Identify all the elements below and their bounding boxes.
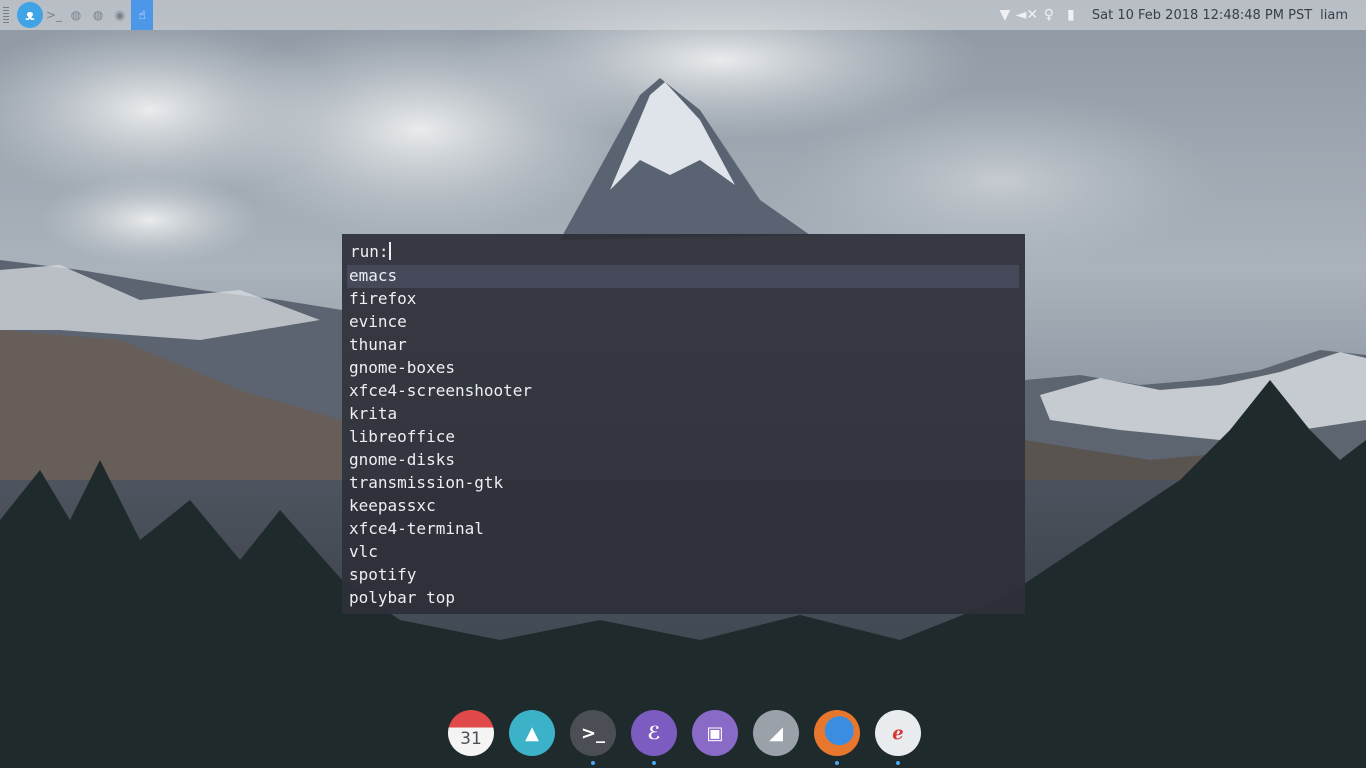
calendar-icon: 31 <box>460 729 482 749</box>
run-entry[interactable]: spotify <box>347 564 1019 587</box>
run-entry[interactable]: vlc <box>347 541 1019 564</box>
app-icon: ◍ <box>70 8 82 22</box>
bulb-icon[interactable]: ♀ <box>1038 0 1060 30</box>
hand-icon: ☝ <box>138 8 146 22</box>
panel-clock[interactable]: Sat 10 Feb 2018 12:48:48 PM PST <box>1092 8 1312 23</box>
panel-launcher-browser[interactable]: ◉ <box>109 0 131 30</box>
running-indicator <box>591 761 595 765</box>
dock-item-file-manager[interactable]: ▣ <box>692 710 738 756</box>
dock-item-calendar[interactable]: 31 <box>448 710 494 756</box>
panel-launcher-terminal[interactable]: >_ <box>43 0 65 30</box>
app-icon: ◍ <box>92 8 104 22</box>
run-entry[interactable]: gnome-boxes <box>347 357 1019 380</box>
dock-item-terminal[interactable]: >_ <box>570 710 616 765</box>
panel-launcher-app-1[interactable]: ◍ <box>65 0 87 30</box>
running-indicator <box>896 761 900 765</box>
dock-item-emacs[interactable]: ℰ <box>631 710 677 765</box>
drive-icon: ◢ <box>769 722 783 744</box>
run-entry[interactable]: krita <box>347 403 1019 426</box>
running-indicator <box>652 761 656 765</box>
xfce-mouse-icon: ᴥ <box>25 6 35 24</box>
panel-username[interactable]: liam <box>1320 8 1348 23</box>
top-panel: ᴥ >_ ◍ ◍ ◉ ☝ ▼ ◄✕ ♀ ▮ Sat 10 Feb 2018 12… <box>0 0 1366 30</box>
image-icon: ▲ <box>525 722 539 744</box>
dock-item-text-editor[interactable]: ℯ <box>875 710 921 765</box>
run-entry[interactable]: firefox <box>347 288 1019 311</box>
whisker-menu-button[interactable]: ᴥ <box>17 2 43 28</box>
run-entry[interactable]: emacs <box>347 265 1019 288</box>
wifi-icon[interactable]: ▼ <box>994 0 1016 30</box>
emacs-icon: ℰ <box>647 722 661 744</box>
run-entry[interactable]: evince <box>347 311 1019 334</box>
dock-item-firefox[interactable] <box>814 710 860 765</box>
run-entry[interactable]: polybar top <box>347 587 1019 610</box>
globe-icon: ◉ <box>114 8 126 22</box>
volume-muted-icon[interactable]: ◄✕ <box>1016 0 1039 30</box>
panel-grip-icon[interactable] <box>3 7 9 23</box>
run-dialog: run: emacs firefox evince thunar gnome-boxes… <box>342 234 1025 614</box>
run-prompt-label: run: <box>350 241 389 261</box>
dock-item-disks[interactable]: ◢ <box>753 710 799 756</box>
folder-icon: ▣ <box>706 722 724 744</box>
run-entry[interactable]: xfce4-terminal <box>347 518 1019 541</box>
dock: 31 ▲ >_ ℰ ▣ ◢ ℯ <box>448 710 921 765</box>
run-entry[interactable]: xfce4-screenshooter <box>347 380 1019 403</box>
running-indicator <box>835 761 839 765</box>
panel-launcher-active[interactable]: ☝ <box>131 0 153 30</box>
run-prompt-row: run: <box>350 240 393 262</box>
run-entry[interactable]: transmission-gtk <box>347 472 1019 495</box>
run-input[interactable] <box>388 241 393 261</box>
run-entry[interactable]: keepassxc <box>347 495 1019 518</box>
run-entry[interactable]: gnome-disks <box>347 449 1019 472</box>
pen-icon: ℯ <box>892 722 904 744</box>
run-entry[interactable]: libreoffice <box>347 426 1019 449</box>
battery-icon[interactable]: ▮ <box>1060 0 1082 30</box>
dock-item-image-viewer[interactable]: ▲ <box>509 710 555 756</box>
run-entry[interactable]: thunar <box>347 334 1019 357</box>
run-entry-list: emacs firefox evince thunar gnome-boxes xfce4… <box>347 265 1019 610</box>
terminal-icon: >_ <box>580 722 606 744</box>
panel-launcher-app-2[interactable]: ◍ <box>87 0 109 30</box>
terminal-icon: >_ <box>45 8 63 22</box>
